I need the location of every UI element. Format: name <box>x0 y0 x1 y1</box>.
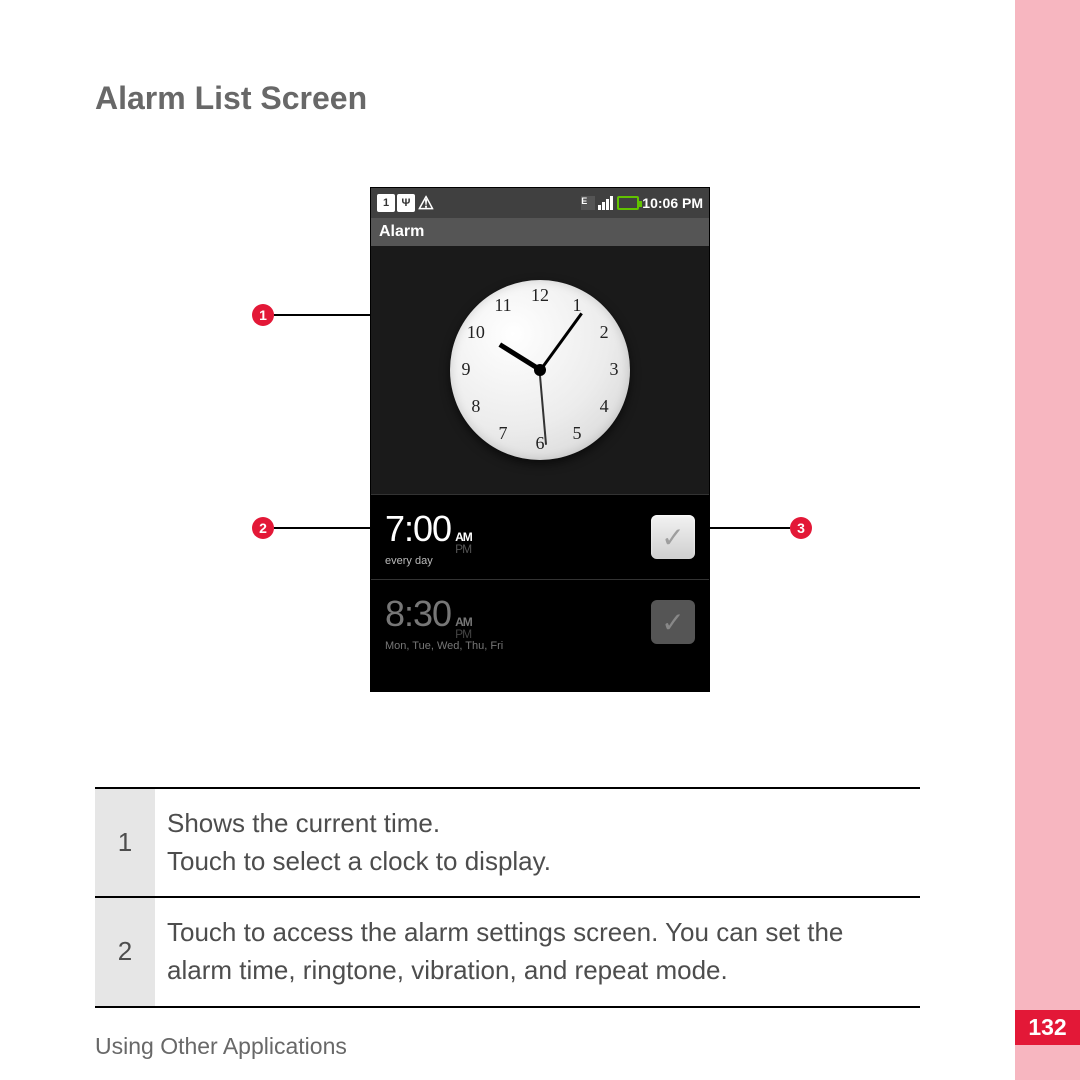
clock-number: 1 <box>566 295 588 317</box>
side-page-tab <box>1015 0 1080 1080</box>
alarm-toggle[interactable]: ✓ <box>651 600 695 644</box>
alarm-info: 7:00AMPMevery day <box>385 508 651 567</box>
chapter-footer: Using Other Applications <box>95 1033 347 1060</box>
alarm-days: every day <box>385 555 651 567</box>
table-index: 1 <box>95 788 155 897</box>
clock-number: 11 <box>492 295 514 317</box>
clock-number: 3 <box>603 359 625 381</box>
alarm-list: 7:00AMPMevery day✓8:30AMPMMon, Tue, Wed,… <box>371 494 709 664</box>
app-title-bar: Alarm <box>371 218 709 246</box>
phone-screenshot: 1 Ψ ⚠ E 10:06 PM Alarm 12123 <box>370 187 710 692</box>
description-table: 1Shows the current time.Touch to select … <box>95 787 920 1008</box>
page-number: 132 <box>1015 1010 1080 1045</box>
usb-icon: Ψ <box>397 194 415 212</box>
clock-number: 6 <box>529 433 551 455</box>
table-description: Touch to access the alarm settings scree… <box>155 897 920 1006</box>
minute-hand <box>539 312 583 370</box>
status-bar: 1 Ψ ⚠ E 10:06 PM <box>371 188 709 218</box>
alarm-info: 8:30AMPMMon, Tue, Wed, Thu, Fri <box>385 593 651 652</box>
callout-2-line <box>274 527 382 529</box>
table-row: 1Shows the current time.Touch to select … <box>95 788 920 897</box>
status-time: 10:06 PM <box>642 195 703 211</box>
data-icon: E <box>581 196 595 210</box>
table-row: 2Touch to access the alarm settings scre… <box>95 897 920 1006</box>
clock-face-icon: 12 12 3 45678 9 1011 <box>450 280 630 460</box>
table-description: Shows the current time.Touch to select a… <box>155 788 920 897</box>
clock-number: 2 <box>593 322 615 344</box>
sim-icon: 1 <box>377 194 395 212</box>
clock-number: 4 <box>593 396 615 418</box>
clock-number: 9 <box>455 359 477 381</box>
document-page: Alarm List Screen 1 2 3 1 Ψ ⚠ E 10:06 PM <box>0 0 1015 1080</box>
signal-icon <box>598 196 614 210</box>
warning-icon: ⚠ <box>417 194 435 212</box>
alarm-days: Mon, Tue, Wed, Thu, Fri <box>385 640 651 652</box>
clock-number: 7 <box>492 423 514 445</box>
clock-number: 8 <box>465 396 487 418</box>
alarm-ampm: AMPM <box>455 531 472 555</box>
alarm-time: 7:00AMPM <box>385 508 651 555</box>
figure: 1 2 3 1 Ψ ⚠ E 10:06 PM Alarm <box>95 187 920 727</box>
alarm-toggle[interactable]: ✓ <box>651 515 695 559</box>
callout-3-dot: 3 <box>790 517 812 539</box>
battery-icon <box>617 196 639 210</box>
callout-1-dot: 1 <box>252 304 274 326</box>
clock-hub <box>534 364 546 376</box>
section-title: Alarm List Screen <box>95 80 920 117</box>
alarm-row[interactable]: 7:00AMPMevery day✓ <box>371 494 709 579</box>
clock-number: 12 <box>529 285 551 307</box>
alarm-time: 8:30AMPM <box>385 593 651 640</box>
clock-number: 5 <box>566 423 588 445</box>
alarm-ampm: AMPM <box>455 616 472 640</box>
callout-2-dot: 2 <box>252 517 274 539</box>
alarm-row[interactable]: 8:30AMPMMon, Tue, Wed, Thu, Fri✓ <box>371 579 709 664</box>
clock-display[interactable]: 12 12 3 45678 9 1011 <box>371 246 709 494</box>
table-index: 2 <box>95 897 155 1006</box>
clock-number: 10 <box>465 322 487 344</box>
